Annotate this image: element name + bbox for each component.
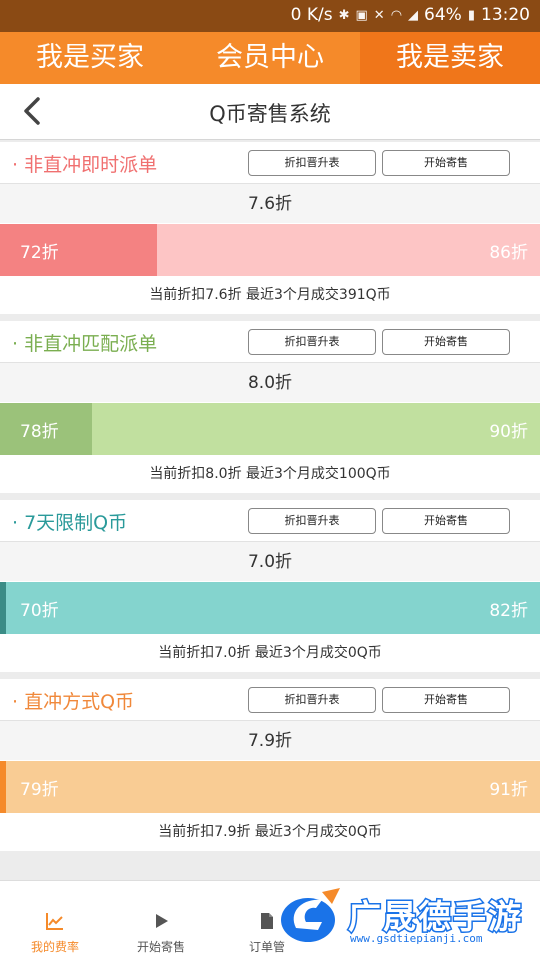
min-discount: 70折	[20, 601, 59, 621]
max-discount: 91折	[489, 780, 528, 800]
discount-rank-button[interactable]: 折扣晋升表	[248, 150, 376, 176]
min-discount: 79折	[20, 780, 59, 800]
card-summary: 当前折扣7.6折 最近3个月成交391Q币	[149, 287, 391, 303]
min-discount: 72折	[20, 243, 59, 263]
status-bar: 0 K/s ✱ ▣ ✕ ◠ ◢ 64% ▮ 13:20	[0, 0, 540, 32]
discount-bar-marker	[0, 403, 6, 455]
card-summary: 当前折扣8.0折 最近3个月成交100Q币	[149, 466, 391, 482]
tab-seller[interactable]: 我是卖家	[360, 32, 540, 84]
battery-level: 64%	[424, 5, 462, 25]
current-discount: 7.6折	[0, 183, 540, 223]
max-discount: 90折	[489, 422, 528, 442]
signal-icon: ◢	[408, 7, 419, 23]
mute-icon: ✕	[373, 7, 385, 23]
discount-rank-button[interactable]: 折扣晋升表	[248, 508, 376, 534]
wifi-icon: ◠	[390, 7, 403, 23]
start-consign-button[interactable]: 开始寄售	[382, 150, 510, 176]
tab-buyer[interactable]: 我是买家	[0, 32, 180, 84]
card-header: · 直冲方式Q币 折扣晋升表 开始寄售	[0, 679, 540, 719]
card-title: · 7天限制Q币	[12, 512, 128, 534]
clock: 13:20	[481, 5, 530, 25]
discount-bar: 72折 86折	[0, 224, 540, 276]
card-summary: 当前折扣7.9折 最近3个月成交0Q币	[158, 824, 382, 840]
card-header: · 非直冲匹配派单 折扣晋升表 开始寄售	[0, 321, 540, 361]
discount-bar-marker	[0, 582, 6, 634]
card-title: · 非直冲匹配派单	[12, 333, 158, 355]
status-right: 0 K/s ✱ ▣ ✕ ◠ ◢ 64% ▮ 13:20	[291, 5, 530, 25]
card-header: · 非直冲即时派单 折扣晋升表 开始寄售	[0, 142, 540, 182]
battery-icon: ▮	[467, 7, 475, 23]
watermark-text: 广晟德手游	[347, 896, 523, 938]
network-speed: 0 K/s	[290, 5, 333, 25]
top-nav: 我是买家 会员中心 我是卖家	[0, 32, 540, 84]
nav-label: 开始寄售	[136, 940, 185, 954]
discount-rank-button[interactable]: 折扣晋升表	[248, 329, 376, 355]
watermark-logo-icon	[281, 888, 340, 942]
document-icon	[261, 913, 273, 929]
consign-card-3: · 直冲方式Q币 折扣晋升表 开始寄售 7.9折 79折 91折 当前折扣7.9…	[0, 679, 540, 851]
start-consign-button[interactable]: 开始寄售	[382, 329, 510, 355]
min-discount: 78折	[20, 422, 59, 442]
start-consign-button[interactable]: 开始寄售	[382, 508, 510, 534]
current-discount: 7.9折	[0, 720, 540, 760]
current-discount: 8.0折	[0, 362, 540, 402]
chart-icon	[46, 913, 63, 930]
tab-member-center[interactable]: 会员中心	[180, 32, 360, 84]
card-summary: 当前折扣7.0折 最近3个月成交0Q币	[158, 645, 382, 661]
card-title: · 非直冲即时派单	[12, 154, 158, 176]
start-consign-button[interactable]: 开始寄售	[382, 687, 510, 713]
watermark-url: www.gsdtiepianji.com	[350, 932, 483, 945]
current-discount: 7.0折	[0, 541, 540, 581]
nav-my-rate[interactable]: 我的费率	[0, 881, 110, 960]
max-discount: 86折	[489, 243, 528, 263]
consign-card-0: · 非直冲即时派单 折扣晋升表 开始寄售 7.6折 72折 86折 当前折扣7.…	[0, 142, 540, 314]
discount-bar-marker	[0, 224, 6, 276]
max-discount: 82折	[489, 601, 528, 621]
discount-rank-button[interactable]: 折扣晋升表	[248, 687, 376, 713]
discount-bar-marker	[0, 761, 6, 813]
page-title: Q币寄售系统	[209, 102, 331, 126]
bluetooth-icon: ✱	[338, 7, 350, 23]
discount-bar: 70折 82折	[0, 582, 540, 634]
watermark: 广晟德手游 www.gsdtiepianji.com	[278, 884, 540, 950]
play-icon	[156, 914, 168, 928]
nav-start-consign[interactable]: 开始寄售	[106, 881, 216, 960]
nav-label: 我的费率	[30, 940, 79, 954]
discount-bar: 79折 91折	[0, 761, 540, 813]
consign-card-1: · 非直冲匹配派单 折扣晋升表 开始寄售 8.0折 78折 90折 当前折扣8.…	[0, 321, 540, 493]
card-title: · 直冲方式Q币	[12, 691, 135, 713]
card-header: · 7天限制Q币 折扣晋升表 开始寄售	[0, 500, 540, 540]
consign-card-2: · 7天限制Q币 折扣晋升表 开始寄售 7.0折 70折 82折 当前折扣7.0…	[0, 500, 540, 672]
title-bar: Q币寄售系统	[0, 84, 540, 140]
discount-bar: 78折 90折	[0, 403, 540, 455]
nfc-icon: ▣	[355, 7, 368, 23]
